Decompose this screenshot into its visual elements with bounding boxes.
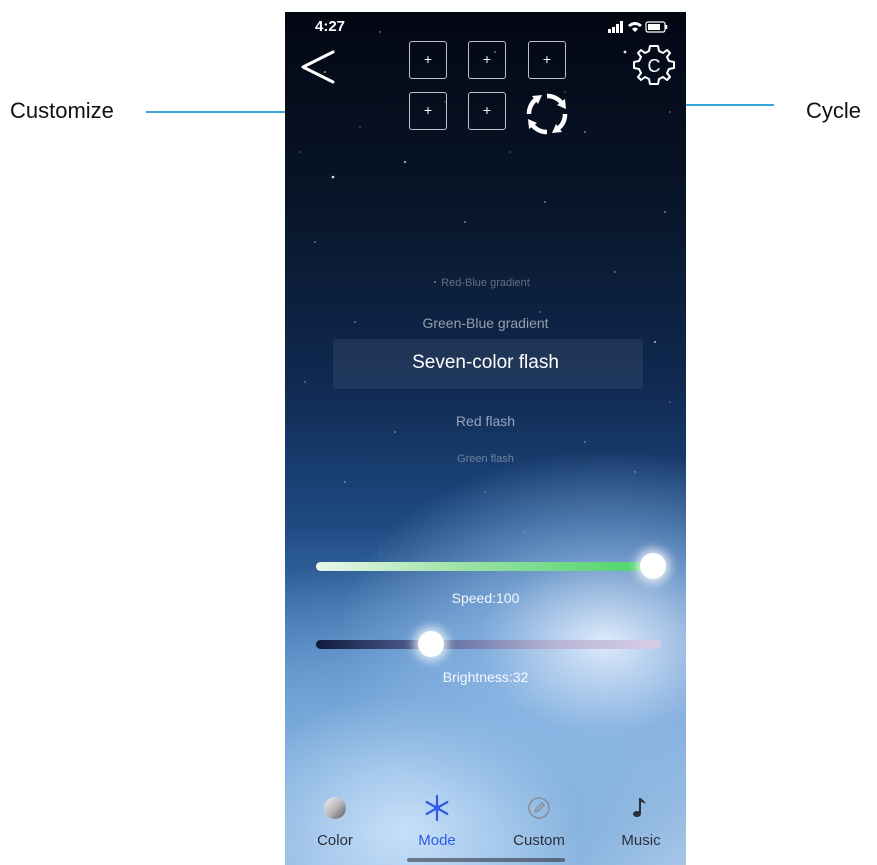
speed-label: Speed:100 [451,590,520,606]
custom-slot-1[interactable]: + [409,41,447,79]
picker-item[interactable]: Red flash [285,413,686,429]
back-chevron-icon[interactable] [297,46,339,88]
speed-slider-thumb[interactable] [640,553,666,579]
custom-edit-icon [528,797,550,819]
wifi-icon [628,22,642,32]
battery-icon [645,21,668,33]
plus-icon: + [482,51,492,67]
tab-label: Music [621,832,661,849]
custom-slot-5[interactable]: + [468,92,506,130]
tab-color[interactable]: Color [295,794,375,856]
speed-slider-track[interactable] [316,562,648,571]
brightness-slider-thumb[interactable] [418,631,445,657]
tab-mode[interactable]: Mode [397,794,477,856]
status-time: 4:27 [315,18,346,35]
custom-slot-3[interactable]: + [528,41,566,79]
plus-icon: + [542,51,552,67]
custom-slot-2[interactable]: + [468,41,506,79]
svg-text:C: C [648,56,661,76]
tab-label: Color [317,832,353,849]
home-indicator [407,858,565,862]
custom-slot-4[interactable]: + [409,92,447,130]
status-icons [608,21,668,33]
mode-picker[interactable]: Red-Blue gradient Green-Blue gradient Se… [285,247,686,477]
customize-callout-label: Customize [10,98,114,123]
color-disc-icon [324,797,346,819]
snowflake-icon [425,794,449,822]
plus-icon: + [423,102,433,118]
picker-item[interactable]: Green flash [285,453,686,465]
tab-custom[interactable]: Custom [499,794,579,856]
music-note-icon [633,798,646,817]
phone-screen: 4:27 C + + + + + Red-Blue gradient Green… [285,12,686,865]
plus-icon: + [482,102,492,118]
cycle-icon[interactable] [523,90,571,138]
tab-label: Custom [513,832,565,849]
brightness-label: Brightness:32 [442,669,529,685]
plus-icon: + [423,51,433,67]
picker-item[interactable]: Red-Blue gradient [285,277,686,289]
signal-icon [608,21,623,33]
brightness-slider-track[interactable] [316,640,661,649]
tab-label: Mode [418,832,456,849]
picker-item[interactable]: Green-Blue gradient [285,315,686,331]
picker-item-selected[interactable]: Seven-color flash [285,352,686,374]
settings-gear-icon[interactable]: C [631,42,677,88]
tab-music[interactable]: Music [601,794,681,856]
cycle-callout-label: Cycle [806,98,862,123]
